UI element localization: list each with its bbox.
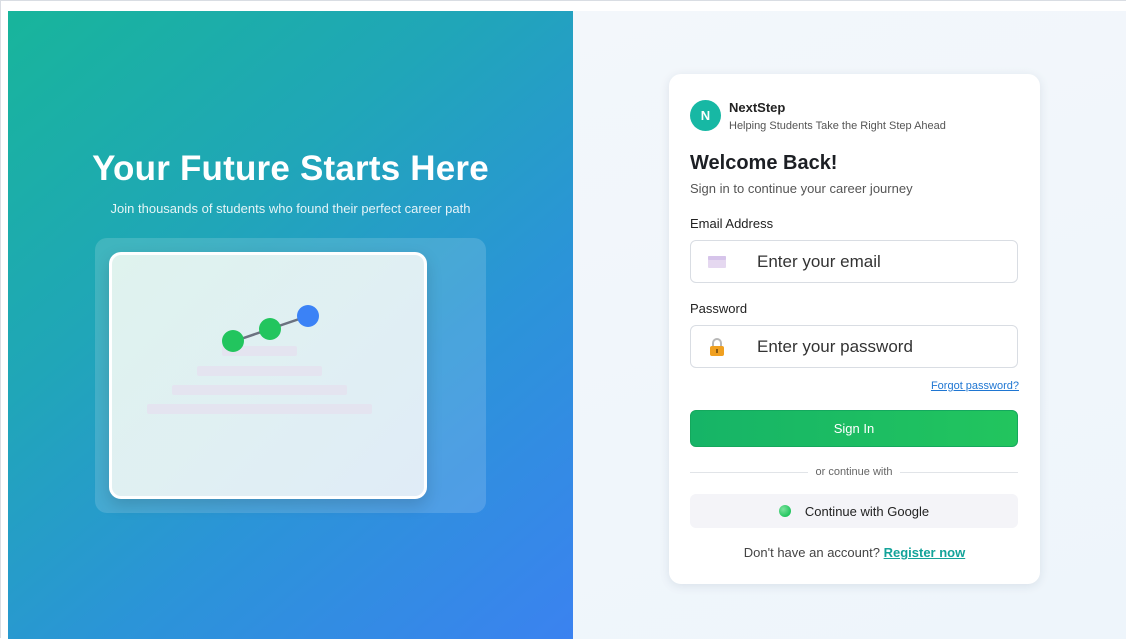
lock-icon — [708, 338, 726, 356]
hero-subtitle: Join thousands of students who found the… — [110, 201, 471, 216]
password-field-wrapper — [690, 325, 1018, 368]
register-link[interactable]: Register now — [884, 545, 966, 560]
divider-line-right — [899, 471, 1019, 473]
sign-in-button[interactable]: Sign In — [690, 410, 1018, 447]
brand-name: NextStep — [729, 100, 786, 115]
forgot-password-link[interactable]: Forgot password? — [931, 380, 1019, 392]
password-input[interactable] — [757, 326, 1007, 367]
path-node-3 — [297, 305, 319, 327]
app-frame: Your Future Starts Here Join thousands o… — [0, 0, 1126, 639]
welcome-subheading: Sign in to continue your career journey — [690, 181, 913, 196]
path-node-1 — [222, 330, 244, 352]
illustration-bar-3 — [172, 385, 347, 395]
welcome-heading: Welcome Back! — [690, 152, 838, 174]
career-path-illustration — [109, 252, 427, 499]
illustration-backdrop — [95, 238, 486, 513]
google-signin-button[interactable]: Continue with Google — [690, 494, 1018, 528]
google-icon — [778, 505, 791, 517]
brand-logo: N — [690, 100, 721, 131]
divider-line-left — [690, 471, 809, 473]
career-path-graphic — [147, 305, 372, 414]
illustration-bar-4 — [147, 404, 372, 414]
password-label: Password — [690, 301, 748, 316]
envelope-icon — [708, 253, 726, 271]
login-card: N NextStep Helping Students Take the Rig… — [669, 74, 1040, 584]
register-prompt-text: Don't have an account? — [743, 545, 880, 560]
register-prompt: Don't have an account? Register now — [669, 545, 1040, 560]
email-field-wrapper — [690, 240, 1018, 283]
brand-tagline: Helping Students Take the Right Step Ahe… — [729, 120, 946, 132]
hero-title: Your Future Starts Here — [92, 149, 489, 188]
continue-divider: or continue with — [690, 464, 1019, 480]
google-signin-label: Continue with Google — [804, 503, 930, 519]
email-label: Email Address — [690, 216, 774, 231]
hero-panel: Your Future Starts Here Join thousands o… — [8, 11, 573, 639]
path-node-2 — [259, 318, 281, 340]
divider-text: or continue with — [815, 466, 893, 478]
illustration-bar-2 — [197, 366, 322, 376]
email-input[interactable] — [757, 241, 1007, 282]
